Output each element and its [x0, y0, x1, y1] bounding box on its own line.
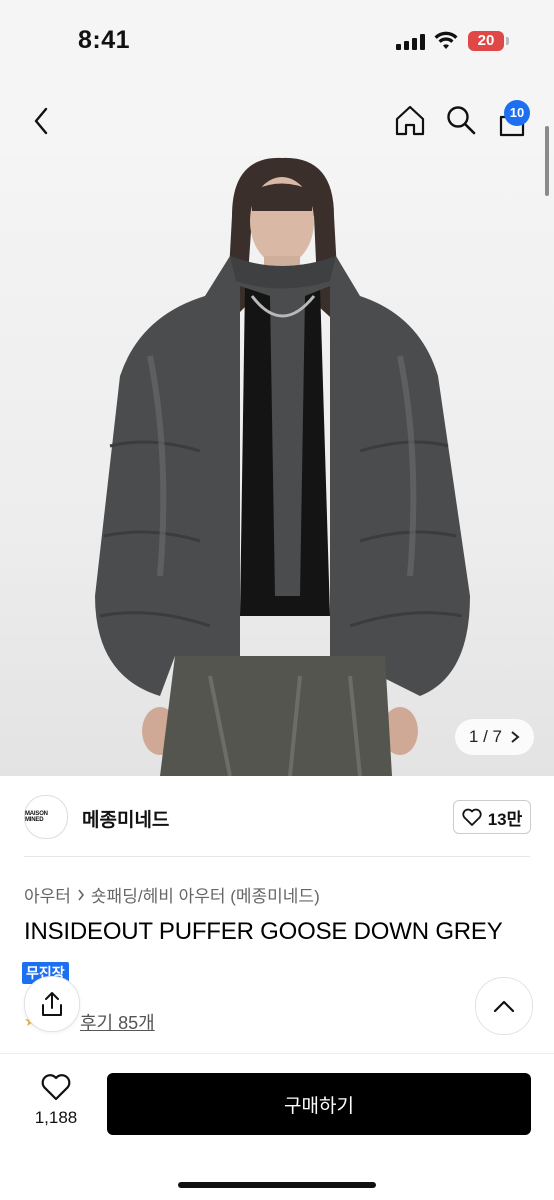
- brand-logo[interactable]: MAISON MINED: [24, 795, 68, 839]
- scroll-top-button[interactable]: [475, 977, 533, 1035]
- breadcrumb-category[interactable]: 아우터: [24, 882, 71, 907]
- brand-like-button[interactable]: 13만: [453, 800, 531, 834]
- battery-level: 20: [477, 32, 495, 49]
- gallery-page-text: 1 / 7: [469, 727, 502, 747]
- chevron-right-icon: [78, 889, 84, 900]
- product-image[interactable]: [0, 156, 554, 776]
- share-icon: [42, 992, 62, 1016]
- back-button[interactable]: [26, 104, 56, 138]
- gallery-page-total: 7: [492, 727, 502, 746]
- brand-like-count: 13만: [487, 809, 523, 829]
- breadcrumb-subcategory[interactable]: 숏패딩/헤비 아우터 (메종미네드): [91, 882, 320, 907]
- product-photo-illustration: [95, 157, 470, 776]
- cart-count-badge: 10: [504, 100, 530, 126]
- wifi-icon: [434, 31, 458, 49]
- reviews-link[interactable]: 후기 85개: [80, 1009, 155, 1035]
- share-button[interactable]: [24, 976, 80, 1032]
- search-button[interactable]: [443, 102, 479, 138]
- product-title: INSIDEOUT PUFFER GOOSE DOWN GREY: [24, 918, 503, 945]
- heart-icon: [462, 808, 482, 826]
- heart-icon: [41, 1074, 71, 1101]
- favorite-count: 1,188: [34, 1108, 78, 1127]
- bottom-bar-divider: [0, 1053, 554, 1054]
- search-icon: [447, 106, 476, 135]
- divider: [24, 856, 530, 857]
- chevron-right-icon: [511, 731, 520, 743]
- gallery-page-current: 1: [468, 727, 479, 746]
- status-time: 8:41: [78, 26, 131, 54]
- gallery-page-indicator[interactable]: 1 / 7: [454, 719, 534, 755]
- brand-name[interactable]: 메종미네드: [82, 805, 169, 832]
- chevron-up-icon: [493, 1000, 515, 1013]
- back-chevron-icon: [34, 107, 48, 135]
- battery-icon: 20: [468, 31, 504, 51]
- battery-tip: [506, 37, 509, 45]
- breadcrumb: 아우터 숏패딩/헤비 아우터 (메종미네드): [24, 882, 320, 907]
- status-bar: 8:41 20: [0, 0, 554, 80]
- home-button[interactable]: [392, 102, 428, 138]
- home-indicator: [178, 1182, 376, 1188]
- gallery-page-separator: /: [483, 727, 488, 746]
- cellular-signal-icon: [396, 34, 426, 50]
- home-icon: [395, 105, 425, 136]
- scrollbar[interactable]: [545, 126, 549, 196]
- brand-logo-text: MAISON MINED: [25, 811, 48, 823]
- buy-button[interactable]: 구매하기: [107, 1073, 531, 1135]
